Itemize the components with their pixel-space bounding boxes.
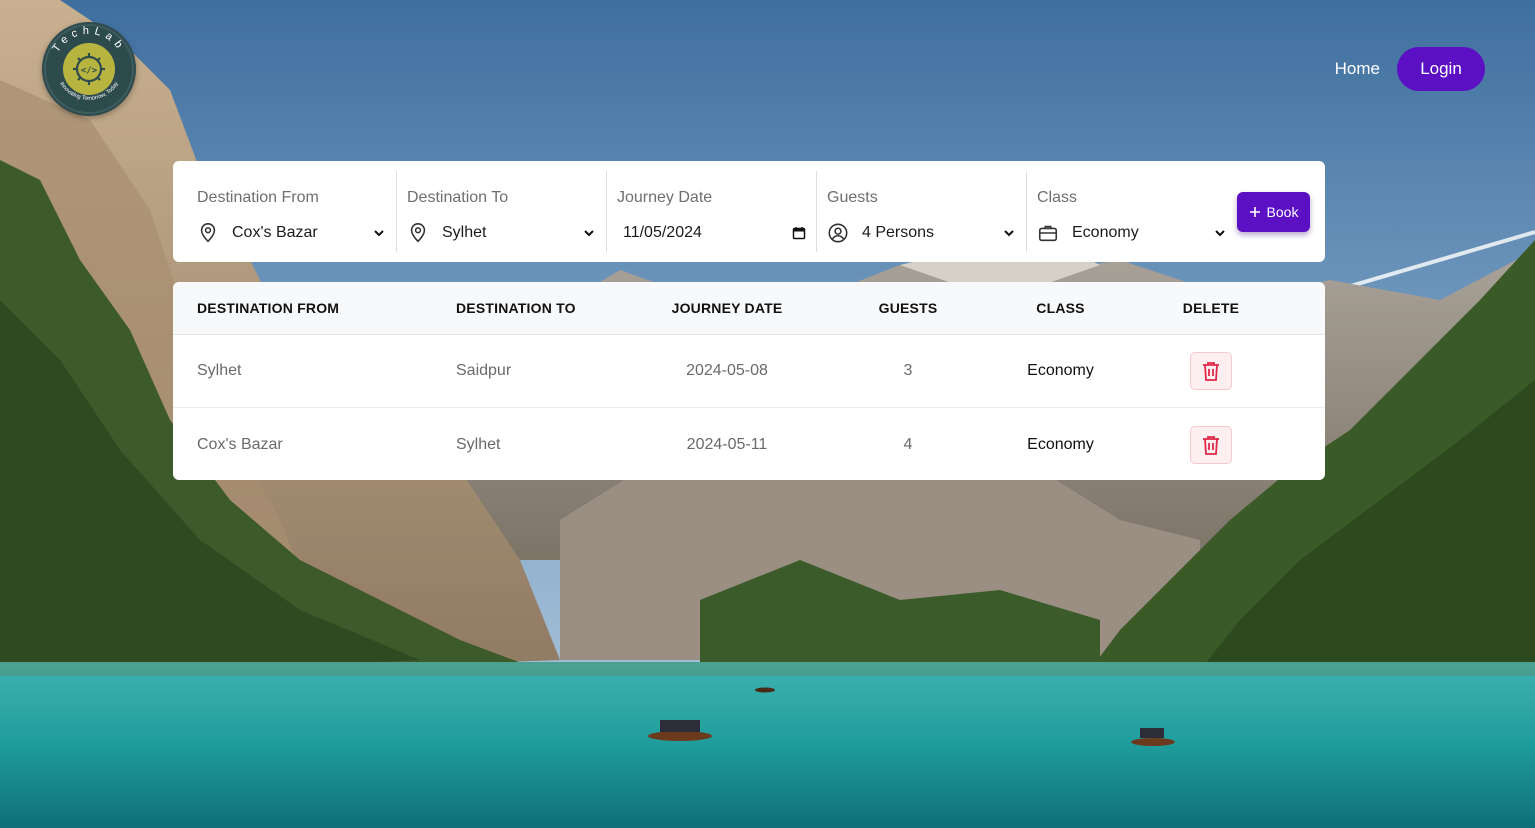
journey-date-field[interactable]: Journey Date 11/05/2024 xyxy=(607,171,817,252)
guests-field[interactable]: Guests 4 Persons xyxy=(817,171,1027,252)
chevron-down-icon[interactable] xyxy=(1213,226,1227,240)
user-circle-icon xyxy=(827,222,849,244)
class-select[interactable]: Economy xyxy=(1072,224,1213,242)
header-destination-to: DESTINATION TO xyxy=(456,300,576,316)
booking-form: Destination From Cox's Bazar Destination… xyxy=(173,161,1325,262)
cell-date: 2024-05-08 xyxy=(686,362,768,379)
header-class: CLASS xyxy=(1036,300,1085,316)
cell-class: Economy xyxy=(1027,362,1094,379)
table-row: Sylhet Saidpur 2024-05-08 3 Economy xyxy=(173,335,1325,408)
chevron-down-icon[interactable] xyxy=(1002,226,1016,240)
cell-class: Economy xyxy=(1027,435,1094,453)
techlab-logo[interactable]: </> TechLab Innovating Tomorrow, Today xyxy=(42,22,136,116)
chevron-down-icon[interactable] xyxy=(582,226,596,240)
cell-guests: 3 xyxy=(903,362,913,379)
class-label: Class xyxy=(1037,189,1078,206)
cell-to: Saidpur xyxy=(456,362,512,379)
bookings-table: DESTINATION FROM DESTINATION TO JOURNEY … xyxy=(173,282,1325,480)
chevron-down-icon[interactable] xyxy=(372,226,386,240)
journey-date-input[interactable]: 11/05/2024 xyxy=(623,224,792,242)
trash-icon xyxy=(1203,435,1219,455)
guests-label: Guests xyxy=(827,189,878,206)
cell-to: Sylhet xyxy=(456,435,501,453)
location-pin-icon xyxy=(197,222,219,244)
delete-button[interactable] xyxy=(1190,425,1232,464)
briefcase-icon xyxy=(1037,222,1059,244)
home-link[interactable]: Home xyxy=(1335,59,1380,79)
location-pin-icon xyxy=(407,222,429,244)
plus-icon xyxy=(1249,206,1260,217)
cell-from: Sylhet xyxy=(197,362,242,379)
calendar-icon[interactable] xyxy=(792,226,806,240)
svg-text:</>: </> xyxy=(81,66,98,76)
cell-date: 2024-05-11 xyxy=(686,435,768,453)
destination-to-label: Destination To xyxy=(407,189,509,206)
table-header: DESTINATION FROM DESTINATION TO JOURNEY … xyxy=(173,282,1325,335)
header-guests: GUESTS xyxy=(878,300,938,316)
header-delete: DELETE xyxy=(1182,300,1240,316)
cell-from: Cox's Bazar xyxy=(197,435,283,453)
destination-to-select[interactable]: Sylhet xyxy=(442,224,582,242)
class-field[interactable]: Class Economy xyxy=(1027,171,1237,252)
top-nav: Home Login xyxy=(1335,47,1485,91)
destination-from-select[interactable]: Cox's Bazar xyxy=(232,224,372,242)
journey-date-label: Journey Date xyxy=(617,189,713,206)
destination-from-field[interactable]: Destination From Cox's Bazar xyxy=(187,171,397,252)
destination-from-label: Destination From xyxy=(197,189,319,206)
book-button-label: Book xyxy=(1266,203,1299,220)
header-destination-from: DESTINATION FROM xyxy=(197,300,340,316)
login-button[interactable]: Login xyxy=(1397,47,1485,91)
book-button[interactable]: Book xyxy=(1237,191,1310,232)
cell-guests: 4 xyxy=(903,435,913,453)
header-journey-date: JOURNEY DATE xyxy=(671,300,783,316)
trash-icon xyxy=(1203,362,1219,381)
destination-to-field[interactable]: Destination To Sylhet xyxy=(397,171,607,252)
delete-button[interactable] xyxy=(1190,352,1232,390)
table-row: Cox's Bazar Sylhet 2024-05-11 4 Economy xyxy=(173,408,1325,480)
guests-select[interactable]: 4 Persons xyxy=(862,224,1002,242)
